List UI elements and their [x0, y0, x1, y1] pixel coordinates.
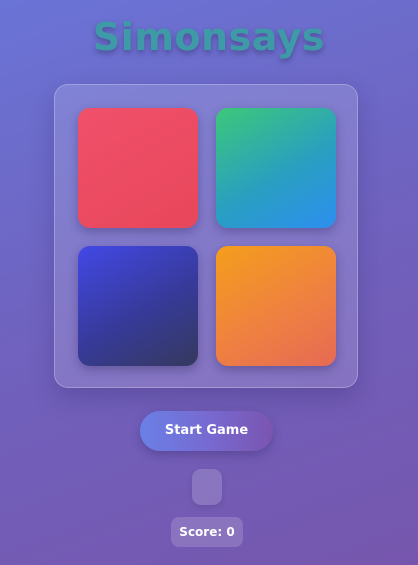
- start-game-button[interactable]: Start Game: [140, 411, 273, 451]
- red-pad[interactable]: [78, 108, 198, 228]
- level-indicator: [192, 469, 222, 505]
- game-title: Simonsays: [92, 15, 326, 59]
- green-pad[interactable]: [216, 108, 336, 228]
- orange-pad[interactable]: [216, 246, 336, 366]
- game-board: [54, 84, 358, 388]
- blue-pad[interactable]: [78, 246, 198, 366]
- score-display: Score: 0: [171, 517, 243, 547]
